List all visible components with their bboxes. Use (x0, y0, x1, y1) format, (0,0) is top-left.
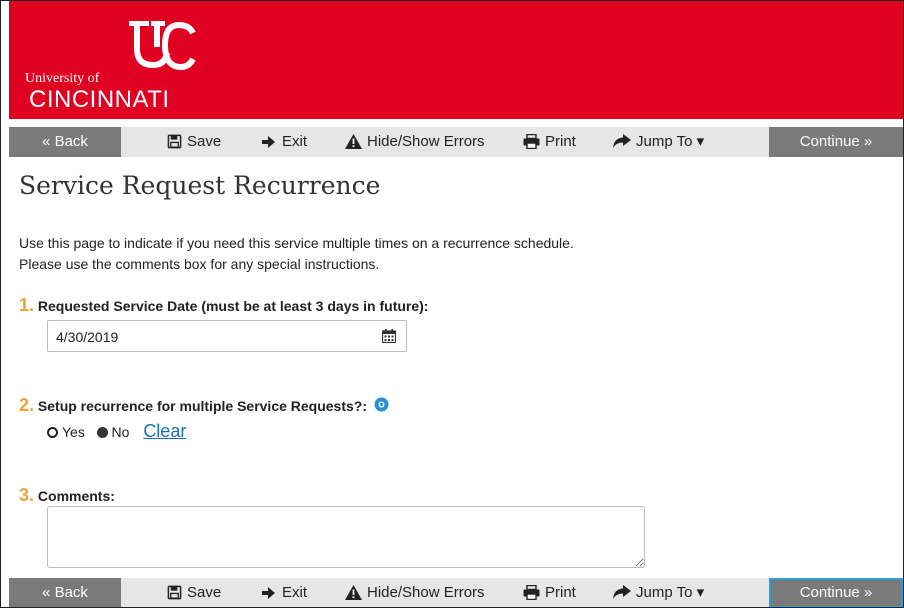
radio-no-label[interactable]: No (112, 424, 130, 440)
continue-button[interactable]: Continue » (769, 127, 903, 157)
exit-label: Exit (282, 133, 308, 150)
continue-button[interactable]: Continue » (769, 578, 903, 607)
intro-line-1: Use this page to indicate if you need th… (19, 235, 574, 251)
warning-icon (345, 585, 362, 600)
cincinnati-text: CINCINNATI (29, 86, 170, 113)
service-date-input[interactable]: 4/30/2019 (47, 320, 407, 352)
print-button[interactable]: Print (523, 578, 576, 607)
radio-yes-label[interactable]: Yes (62, 424, 85, 440)
hide-show-errors-button[interactable]: Hide/Show Errors (345, 578, 485, 607)
save-icon (167, 134, 182, 149)
print-icon (523, 133, 540, 150)
info-icon[interactable] (374, 397, 389, 412)
save-button[interactable]: Save (167, 578, 222, 607)
service-date-value: 4/30/2019 (56, 329, 119, 345)
warning-icon (345, 134, 362, 149)
jump-to-dropdown[interactable]: Jump To ▾ (613, 578, 705, 607)
university-of-text: University of (25, 71, 100, 86)
header-banner: University of CINCINNATI (9, 1, 903, 119)
question-1-number: 1. (19, 295, 35, 315)
question-2-label: Setup recurrence for multiple Service Re… (37, 398, 368, 414)
radio-no[interactable]: No (96, 424, 130, 440)
question-1: 1. Requested Service Date (must be at le… (19, 295, 428, 316)
print-button[interactable]: Print (523, 127, 576, 157)
recurrence-radio-group: Yes No Clear (47, 421, 186, 442)
calendar-icon[interactable] (382, 329, 396, 343)
app-window: University of CINCINNATI « Back Save Exi… (0, 0, 904, 608)
exit-button[interactable]: Exit (261, 578, 308, 607)
hide-show-errors-label: Hide/Show Errors (367, 584, 485, 601)
exit-icon (262, 587, 275, 599)
clear-link[interactable]: Clear (143, 421, 186, 441)
back-button[interactable]: « Back (9, 578, 121, 607)
question-3-label: Comments: (37, 488, 115, 504)
question-2-number: 2. (19, 395, 35, 415)
save-button[interactable]: Save (167, 127, 221, 157)
question-3: 3. Comments: (19, 485, 115, 506)
exit-button[interactable]: Exit (261, 127, 307, 157)
radio-no-circle[interactable] (96, 427, 108, 438)
jump-to-dropdown[interactable]: Jump To ▾ (613, 127, 704, 157)
jump-to-label: Jump To ▾ (636, 584, 705, 601)
page-intro: Use this page to indicate if you need th… (19, 233, 574, 275)
share-arrow-icon (613, 585, 631, 599)
page-title: Service Request Recurrence (19, 171, 381, 200)
bottom-toolbar: « Back Save Exit Hide/Show Errors Print … (9, 578, 903, 607)
jump-to-label: Jump To ▾ (636, 133, 705, 150)
question-3-number: 3. (19, 485, 35, 505)
top-toolbar: « Back Save Exit Hide/Show Errors Print … (9, 127, 903, 157)
save-label: Save (187, 133, 222, 150)
question-2: 2. Setup recurrence for multiple Service… (19, 395, 389, 416)
exit-label: Exit (282, 584, 308, 601)
hide-show-errors-label: Hide/Show Errors (367, 133, 485, 150)
save-label: Save (187, 584, 222, 601)
save-icon (167, 585, 182, 600)
intro-line-2: Please use the comments box for any spec… (19, 256, 380, 272)
print-label: Print (545, 584, 576, 601)
print-icon (523, 584, 540, 601)
radio-yes-circle[interactable] (47, 427, 58, 438)
question-1-label: Requested Service Date (must be at least… (37, 298, 429, 314)
uc-logo-icon (129, 21, 196, 71)
share-arrow-icon (613, 134, 631, 148)
comments-textarea[interactable] (47, 506, 645, 568)
exit-icon (262, 136, 275, 148)
radio-yes[interactable]: Yes (47, 424, 85, 440)
back-button[interactable]: « Back (9, 127, 121, 157)
hide-show-errors-button[interactable]: Hide/Show Errors (345, 127, 485, 157)
print-label: Print (545, 133, 576, 150)
